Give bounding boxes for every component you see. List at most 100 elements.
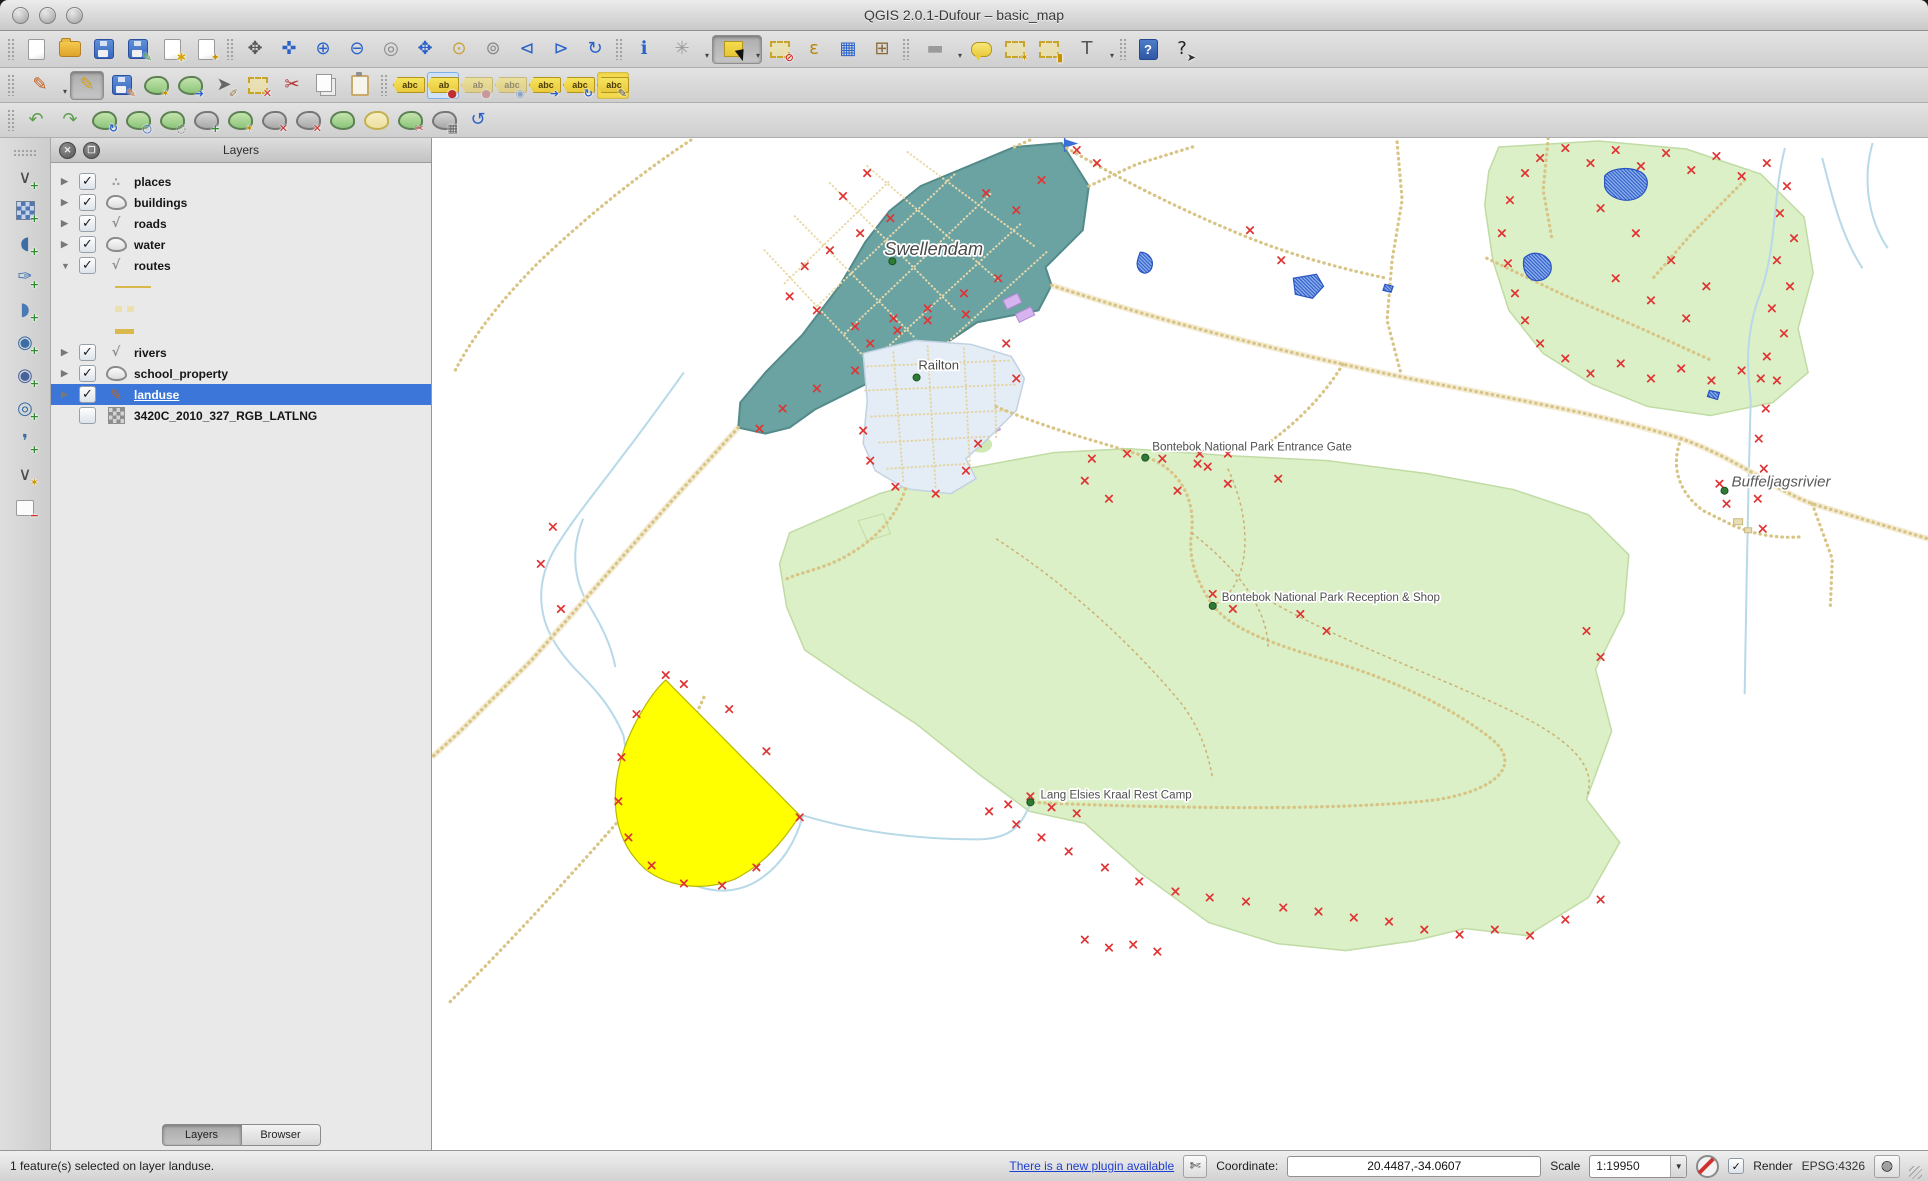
layer-visibility-checkbox[interactable]: ✓ bbox=[79, 257, 96, 274]
copy-features-icon[interactable] bbox=[310, 72, 342, 99]
label-settings-icon[interactable]: abc bbox=[393, 72, 425, 99]
layer-item-school_property[interactable]: ▶ ✓ school_property bbox=[51, 363, 431, 384]
identify-features-icon[interactable]: ℹ bbox=[628, 36, 660, 63]
add-postgis-layer-icon[interactable]: ◖ + bbox=[9, 230, 41, 258]
map-tips-icon[interactable] bbox=[965, 36, 997, 63]
resize-grip[interactable] bbox=[1909, 1166, 1922, 1179]
selected-landuse-feature[interactable] bbox=[614, 679, 801, 887]
zoom-to-layer-icon[interactable]: ⊚ bbox=[477, 36, 509, 63]
save-layer-edits-icon[interactable]: ✎ bbox=[106, 72, 138, 100]
add-wcs-layer-icon[interactable]: ◉ + bbox=[9, 362, 41, 390]
select-by-expression-icon[interactable]: ε bbox=[798, 36, 830, 63]
chevron-down-icon[interactable]: ▼ bbox=[1670, 1155, 1687, 1177]
add-wms-layer-icon[interactable]: ◉ + bbox=[9, 329, 41, 357]
tab-browser[interactable]: Browser bbox=[241, 1124, 321, 1146]
zoom-next-icon[interactable]: ⊳ bbox=[545, 36, 577, 63]
layer-item-water[interactable]: ▶ ✓ water bbox=[51, 234, 431, 255]
plugin-icon[interactable]: ✄ bbox=[1183, 1154, 1208, 1178]
merge-features-icon[interactable]: ▦ bbox=[428, 107, 460, 135]
layer-item-routes[interactable]: ▼ ✓ √ routes bbox=[51, 255, 431, 276]
pan-to-selection-icon[interactable]: ✜ bbox=[273, 36, 305, 63]
fill-ring-icon[interactable]: ✶ bbox=[224, 107, 256, 135]
cut-features-icon[interactable]: ✂ bbox=[276, 72, 308, 99]
crs-globe-icon[interactable]: ◍ bbox=[1874, 1154, 1900, 1178]
select-features-icon[interactable]: ▾ bbox=[712, 34, 762, 64]
zoom-in-icon[interactable]: ⊕ bbox=[307, 36, 339, 63]
tab-layers[interactable]: Layers bbox=[161, 1124, 242, 1146]
run-feature-action-icon[interactable]: ✳ ▾ bbox=[662, 36, 710, 63]
pan-map-icon[interactable]: ✥ bbox=[239, 36, 271, 63]
new-bookmark-icon[interactable]: ✶ bbox=[999, 36, 1031, 64]
change-label-properties-icon[interactable]: abc ✎ bbox=[597, 71, 629, 100]
layer-visibility-checkbox[interactable]: ✓ bbox=[79, 173, 96, 190]
layer-item-3420C_2010_327_RGB_LATLNG[interactable]: 3420C_2010_327_RGB_LATLNG bbox=[51, 405, 431, 426]
expander-icon[interactable]: ▶ bbox=[61, 239, 73, 250]
add-raster-layer-icon[interactable]: + bbox=[9, 197, 41, 225]
layer-item-roads[interactable]: ▶ ✓ √ roads bbox=[51, 213, 431, 234]
move-feature-icon[interactable]: ➜ bbox=[174, 72, 206, 100]
pin-labels-icon[interactable]: ab ● bbox=[427, 71, 459, 100]
coordinate-input[interactable] bbox=[1287, 1155, 1542, 1177]
refresh-icon[interactable]: ↻ bbox=[579, 36, 611, 63]
expander-icon[interactable]: ▼ bbox=[61, 261, 73, 271]
layer-visibility-checkbox[interactable]: ✓ bbox=[79, 365, 96, 382]
deselect-features-icon[interactable]: ⊘ bbox=[764, 36, 796, 64]
new-plugin-link[interactable]: There is a new plugin available bbox=[1009, 1159, 1174, 1173]
highlight-pinned-labels-icon[interactable]: ab ● bbox=[461, 72, 493, 100]
help-icon[interactable]: ? bbox=[1132, 36, 1164, 63]
layer-visibility-checkbox[interactable]: ✓ bbox=[79, 215, 96, 232]
delete-part-icon[interactable]: ✕ bbox=[292, 107, 324, 135]
split-features-icon[interactable]: ✂ bbox=[394, 107, 426, 135]
rotate-feature-icon[interactable]: ↻ bbox=[88, 107, 120, 135]
show-hide-labels-icon[interactable]: abc ◉ bbox=[495, 72, 527, 100]
add-mssql-layer-icon[interactable]: ◗ + bbox=[9, 296, 41, 324]
zoom-full-icon[interactable]: ✥ bbox=[409, 36, 441, 63]
new-shapefile-layer-icon[interactable]: ∨ ✶ bbox=[9, 461, 41, 489]
show-bookmarks-icon[interactable]: ▮ bbox=[1033, 36, 1065, 64]
field-calculator-icon[interactable]: ⊞ bbox=[866, 36, 898, 63]
layer-item-buildings[interactable]: ▶ ✓ buildings bbox=[51, 192, 431, 213]
expander-icon[interactable]: ▶ bbox=[61, 176, 73, 187]
composer-manager-icon[interactable]: ✦ bbox=[190, 36, 222, 64]
delete-selected-icon[interactable]: ✕ bbox=[242, 72, 274, 100]
simplify-feature-icon[interactable]: ○ bbox=[122, 107, 154, 135]
scale-combo[interactable]: 1:19950 ▼ bbox=[1589, 1154, 1688, 1178]
new-print-composer-icon[interactable]: ✱ bbox=[156, 36, 188, 64]
move-label-icon[interactable]: abc ➜ bbox=[529, 72, 561, 100]
open-project-icon[interactable] bbox=[54, 36, 86, 63]
current-edits-icon[interactable]: ✎ ▾ bbox=[20, 72, 68, 99]
expander-icon[interactable]: ▶ bbox=[61, 347, 73, 358]
expander-icon[interactable]: ▶ bbox=[61, 218, 73, 229]
node-tool-icon[interactable]: ➤ ✐ bbox=[208, 72, 240, 100]
render-checkbox[interactable]: ✓ bbox=[1728, 1158, 1745, 1174]
zoom-native-icon[interactable]: ◎ bbox=[375, 36, 407, 63]
measure-icon[interactable]: ▬ ▾ bbox=[915, 36, 963, 63]
add-oracle-layer-icon[interactable]: ❜ + bbox=[9, 428, 41, 456]
layer-item-rivers[interactable]: ▶ ✓ √ rivers bbox=[51, 342, 431, 363]
expander-icon[interactable]: ▶ bbox=[61, 368, 73, 379]
new-project-icon[interactable] bbox=[20, 36, 52, 63]
reshape-features-icon[interactable] bbox=[326, 107, 358, 134]
rotate-label-icon[interactable]: abc ↻ bbox=[563, 72, 595, 100]
save-project-icon[interactable] bbox=[88, 36, 120, 63]
add-feature-icon[interactable]: ✶ bbox=[140, 72, 172, 100]
zoom-last-icon[interactable]: ⊲ bbox=[511, 36, 543, 63]
delete-ring-icon[interactable]: ✕ bbox=[258, 107, 290, 135]
expander-icon[interactable]: ▶ bbox=[61, 197, 73, 208]
zoom-out-icon[interactable]: ⊖ bbox=[341, 36, 373, 63]
offset-curve-icon[interactable] bbox=[360, 107, 392, 134]
layer-visibility-checkbox[interactable]: ✓ bbox=[79, 386, 96, 403]
toggle-editing-icon[interactable]: ✎ bbox=[70, 70, 104, 100]
add-part-icon[interactable]: + bbox=[190, 107, 222, 135]
add-vector-layer-icon[interactable]: ∨ + bbox=[9, 164, 41, 192]
layer-visibility-checkbox[interactable]: ✓ bbox=[79, 344, 96, 361]
map-canvas[interactable]: Swellendam Railton Bontebok National Par… bbox=[432, 138, 1928, 1150]
save-project-as-icon[interactable]: ✎ bbox=[122, 36, 154, 64]
attribute-table-icon[interactable]: ▦ bbox=[832, 36, 864, 63]
undo-icon[interactable]: ↶ bbox=[20, 107, 52, 134]
add-spatialite-layer-icon[interactable]: ✑ + bbox=[9, 263, 41, 291]
layer-item-places[interactable]: ▶ ✓ ∴ places bbox=[51, 171, 431, 192]
stop-rendering-icon[interactable] bbox=[1696, 1154, 1720, 1178]
paste-features-icon[interactable] bbox=[344, 71, 376, 99]
layer-visibility-checkbox[interactable]: ✓ bbox=[79, 194, 96, 211]
